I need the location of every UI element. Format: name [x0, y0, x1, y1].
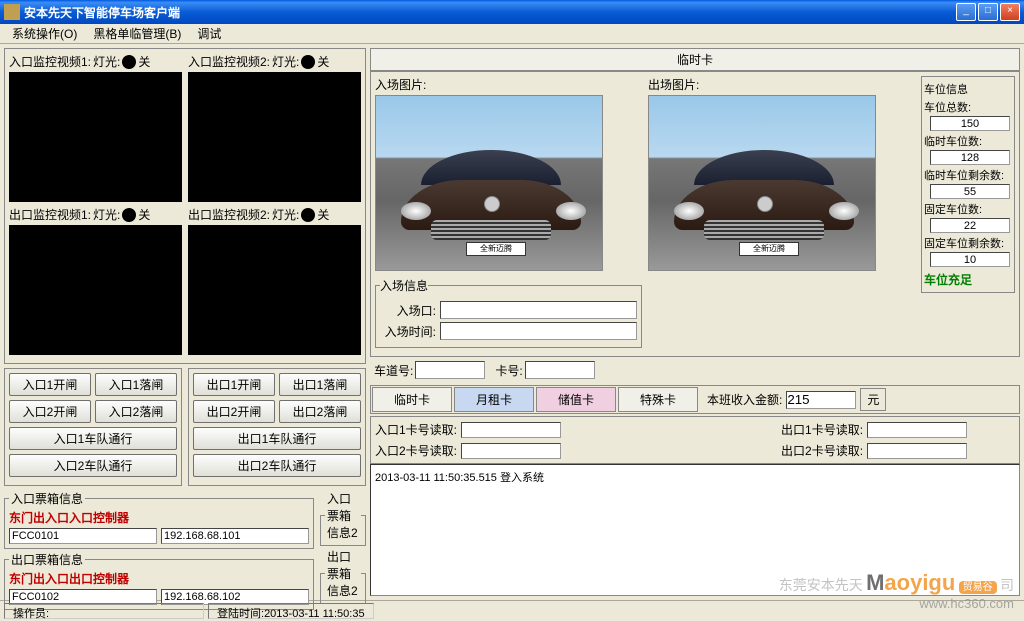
stat-total: 150 [930, 116, 1010, 131]
close-button[interactable]: × [1000, 3, 1020, 21]
video-in1-label: 入口监控视频1: [9, 53, 91, 70]
in1-queue-button[interactable]: 入口1车队通行 [9, 427, 177, 450]
status-dot-icon [301, 208, 315, 222]
statusbar: 操作员: 登陆时间:2013-03-11 11:50:35 [0, 600, 1024, 620]
exit-photo[interactable]: 全新迈腾 [648, 95, 876, 271]
left-panel: 入口监控视频1: 灯光: 关 入口监控视频2: 灯光: 关 [0, 44, 370, 600]
card-type-header: 临时卡 [370, 48, 1020, 71]
video-in2-label: 入口监控视频2: [188, 53, 270, 70]
card-field[interactable] [525, 361, 595, 379]
out2-close-button[interactable]: 出口2落闸 [279, 400, 361, 423]
stat-fixed: 22 [930, 218, 1010, 233]
video-in1: 入口监控视频1: 灯光: 关 [9, 53, 182, 202]
minimize-button[interactable]: _ [956, 3, 976, 21]
status-operator: 操作员: [4, 603, 204, 619]
video-feed-in2[interactable] [188, 72, 361, 202]
stat-remain: 128 [930, 150, 1010, 165]
right-panel: 临时卡 入场图片: 全新迈腾 入场信息 [370, 44, 1024, 600]
in2-close-button[interactable]: 入口2落闸 [95, 400, 177, 423]
tab-month[interactable]: 月租卡 [454, 387, 534, 412]
stat-temp-remain: 55 [930, 184, 1010, 199]
log-box[interactable]: 2013-03-11 11:50:35.515 登入系统 [370, 464, 1020, 596]
tab-special[interactable]: 特殊卡 [618, 387, 698, 412]
lane-field[interactable] [415, 361, 485, 379]
video-feed-out1[interactable] [9, 225, 182, 355]
menu-system[interactable]: 系统操作(O) [4, 23, 85, 44]
entry-time-field[interactable] [440, 322, 637, 340]
out2-open-button[interactable]: 出口2开闸 [193, 400, 275, 423]
video-out2-label: 出口监控视频2: [188, 206, 270, 223]
exit-box-info: 出口票箱信息 东门出入口出口控制器 [4, 551, 314, 610]
entry-gate-field[interactable] [440, 301, 637, 319]
photo-section: 入场图片: 全新迈腾 入场信息 入场口: [370, 71, 1020, 357]
gate-control-section: 入口1开闸 入口1落闸 入口2开闸 入口2落闸 入口1车队通行 入口2车队通行 … [4, 368, 366, 486]
card-read-in2[interactable] [461, 443, 561, 459]
entry-box-info: 入口票箱信息 东门出入口入口控制器 [4, 490, 314, 549]
stats-column: 车位信息 车位总数: 150 临时车位数: 128 临时车位剩余数: 55 固 [921, 76, 1015, 352]
video-grid: 入口监控视频1: 灯光: 关 入口监控视频2: 灯光: 关 [4, 48, 366, 364]
entry-code-field[interactable] [9, 528, 157, 544]
video-in2: 入口监控视频2: 灯光: 关 [188, 53, 361, 202]
in1-open-button[interactable]: 入口1开闸 [9, 373, 91, 396]
out1-close-button[interactable]: 出口1落闸 [279, 373, 361, 396]
video-feed-out2[interactable] [188, 225, 361, 355]
lane-card-fields: 车道号: 卡号: [370, 357, 1020, 383]
log-line: 2013-03-11 11:50:35.515 登入系统 [375, 469, 1015, 485]
stat-fixed-remain: 10 [930, 252, 1010, 267]
in1-close-button[interactable]: 入口1落闸 [95, 373, 177, 396]
out1-queue-button[interactable]: 出口1车队通行 [193, 427, 361, 450]
exit-controller-label: 东门出入口出口控制器 [9, 570, 309, 587]
video-out1-label: 出口监控视频1: [9, 206, 91, 223]
entry-info-box: 入场信息 入场口: 入场时间: [375, 277, 642, 348]
entry-box-info2: 入口票箱信息2 [320, 490, 366, 546]
tab-stored[interactable]: 储值卡 [536, 387, 616, 412]
entry-ip-field[interactable] [161, 528, 309, 544]
maximize-button[interactable]: □ [978, 3, 998, 21]
entry-control: 入口1开闸 入口1落闸 入口2开闸 入口2落闸 入口1车队通行 入口2车队通行 [4, 368, 182, 486]
entry-photo-label: 入场图片: [375, 76, 642, 93]
out1-open-button[interactable]: 出口1开闸 [193, 373, 275, 396]
in2-open-button[interactable]: 入口2开闸 [9, 400, 91, 423]
exit-control: 出口1开闸 出口1落闸 出口2开闸 出口2落闸 出口1车队通行 出口2车队通行 [188, 368, 366, 486]
menu-blacklist[interactable]: 黑格单临管理(B) [85, 23, 189, 44]
entry-photo[interactable]: 全新迈腾 [375, 95, 603, 271]
stat-warning: 车位充足 [924, 271, 1012, 288]
video-out2: 出口监控视频2: 灯光: 关 [188, 206, 361, 355]
status-dot-icon [122, 55, 136, 69]
video-out1: 出口监控视频1: 灯光: 关 [9, 206, 182, 355]
card-read-out1[interactable] [867, 422, 967, 438]
window-titlebar: 安本先天下智能停车场客户端 _ □ × [0, 0, 1024, 24]
card-type-tabs: 临时卡 月租卡 储值卡 特殊卡 本班收入金额: 元 [370, 385, 1020, 414]
app-icon [4, 4, 20, 20]
status-dot-icon [301, 55, 315, 69]
exit-box-info2: 出口票箱信息2 [320, 548, 366, 604]
card-read-out2[interactable] [867, 443, 967, 459]
stats-box: 车位信息 车位总数: 150 临时车位数: 128 临时车位剩余数: 55 固 [921, 76, 1015, 293]
card-read-in1[interactable] [461, 422, 561, 438]
income-field[interactable] [786, 391, 856, 409]
video-feed-in1[interactable] [9, 72, 182, 202]
menu-debug[interactable]: 调试 [189, 23, 229, 44]
exit-photo-label: 出场图片: [648, 76, 915, 93]
card-read-section: 入口1卡号读取: 入口2卡号读取: 出口1卡号读取: 出口2卡号读取: [370, 416, 1020, 464]
entry-controller-label: 东门出入口入口控制器 [9, 509, 309, 526]
out2-queue-button[interactable]: 出口2车队通行 [193, 454, 361, 477]
status-dot-icon [122, 208, 136, 222]
menubar: 系统操作(O) 黑格单临管理(B) 调试 [0, 24, 1024, 44]
in2-queue-button[interactable]: 入口2车队通行 [9, 454, 177, 477]
window-title: 安本先天下智能停车场客户端 [24, 4, 956, 21]
tab-temp[interactable]: 临时卡 [372, 387, 452, 412]
